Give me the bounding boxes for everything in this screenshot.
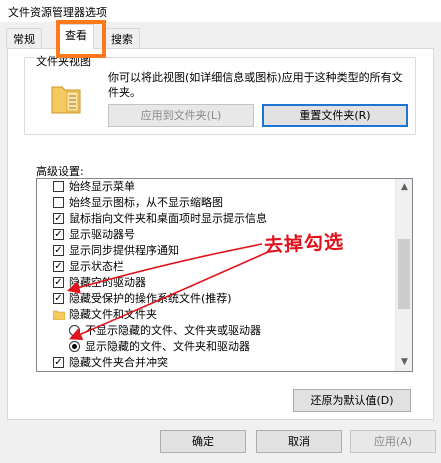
advanced-setting-row[interactable]: ✓ 隐藏受保护的操作系统文件(推荐) — [37, 291, 392, 307]
setting-label: 隐藏受保护的操作系统文件(推荐) — [69, 292, 232, 305]
setting-label: 不显示隐藏的文件、文件夹或驱动器 — [85, 324, 261, 337]
folder-views-description: 你可以将此视图(如详细信息或图标)应用于这种类型的所有文件夹。 — [108, 71, 403, 99]
title-bar: 文件资源管理器选项 — [0, 0, 441, 22]
setting-checkbox[interactable]: ✓ — [53, 261, 64, 272]
tab-strip: 常规 查看 搜索 — [0, 24, 441, 49]
tab-view[interactable]: 查看 — [58, 24, 94, 49]
advanced-setting-row[interactable]: 始终显示图标，从不显示缩略图 — [37, 195, 392, 211]
setting-label: 显示状态栏 — [69, 260, 124, 273]
scrollbar-thumb[interactable] — [398, 239, 410, 309]
folder-icon — [51, 86, 81, 114]
setting-label: 隐藏已知文件类型的扩展名 — [69, 371, 201, 372]
setting-checkbox[interactable]: ✓ — [53, 229, 64, 240]
advanced-setting-row[interactable]: 始终显示菜单 — [37, 179, 392, 195]
setting-label: 始终显示菜单 — [69, 180, 135, 193]
setting-label: 显示隐藏的文件、文件夹和驱动器 — [85, 340, 250, 353]
advanced-setting-row[interactable]: ✓ 鼠标指向文件夹和桌面项时显示提示信息 — [37, 211, 392, 227]
window-title: 文件资源管理器选项 — [8, 6, 107, 19]
advanced-setting-row[interactable]: ✓ 隐藏空的驱动器 — [37, 275, 392, 291]
folder-icon — [53, 310, 65, 320]
setting-checkbox[interactable]: ✓ — [53, 293, 64, 304]
setting-checkbox[interactable]: ✓ — [53, 277, 64, 288]
setting-label: 显示同步提供程序通知 — [69, 244, 179, 257]
scroll-up-arrow-icon[interactable]: ▲ — [396, 179, 412, 196]
tab-search[interactable]: 搜索 — [104, 28, 140, 48]
setting-label: 隐藏文件和文件夹 — [69, 308, 157, 321]
advanced-settings-label: 高级设置: — [36, 165, 84, 178]
reset-folders-button[interactable]: 重置文件夹(R) — [262, 104, 408, 127]
advanced-setting-row[interactable]: ✓ 显示状态栏 — [37, 259, 392, 275]
advanced-setting-row[interactable]: 隐藏文件和文件夹 — [37, 307, 392, 323]
setting-radio[interactable] — [69, 325, 80, 336]
setting-checkbox[interactable]: ✓ — [53, 213, 64, 224]
annotation-text: 去掉勾选 — [263, 230, 345, 258]
advanced-setting-row[interactable]: 隐藏已知文件类型的扩展名 — [37, 371, 392, 372]
setting-checkbox[interactable]: ✓ — [53, 357, 64, 368]
folder-views-label: 文件夹视图 — [34, 53, 93, 69]
ok-button[interactable]: 确定 — [160, 430, 246, 453]
setting-label: 始终显示图标，从不显示缩略图 — [69, 196, 223, 209]
scroll-down-arrow-icon[interactable]: ▼ — [396, 354, 412, 371]
setting-radio[interactable] — [69, 341, 80, 352]
setting-checkbox[interactable] — [53, 197, 64, 208]
restore-defaults-button[interactable]: 还原为默认值(D) — [293, 389, 411, 412]
setting-label: 隐藏空的驱动器 — [69, 276, 146, 289]
setting-label: 显示驱动器号 — [69, 228, 135, 241]
advanced-setting-row[interactable]: 不显示隐藏的文件、文件夹或驱动器 — [37, 323, 392, 339]
setting-label: 鼠标指向文件夹和桌面项时显示提示信息 — [69, 212, 267, 225]
advanced-settings-scrollbar[interactable]: ▲ ▼ — [395, 179, 412, 371]
apply-to-folders-button[interactable]: 应用到文件夹(L) — [108, 104, 254, 127]
advanced-settings-list[interactable]: 隐藏已知文件类型的扩展名 ✓ 隐藏文件夹合并冲突 显示隐藏的文件、文件夹和驱动器不显示… — [36, 178, 413, 372]
setting-checkbox[interactable] — [53, 181, 64, 192]
advanced-setting-row[interactable]: 显示隐藏的文件、文件夹和驱动器 — [37, 339, 392, 355]
advanced-setting-row[interactable]: ✓ 隐藏文件夹合并冲突 — [37, 355, 392, 371]
setting-label: 隐藏文件夹合并冲突 — [69, 356, 168, 369]
apply-button[interactable]: 应用(A) — [350, 430, 436, 453]
setting-checkbox[interactable]: ✓ — [53, 245, 64, 256]
cancel-button[interactable]: 取消 — [256, 430, 342, 453]
tab-general[interactable]: 常规 — [6, 28, 42, 48]
